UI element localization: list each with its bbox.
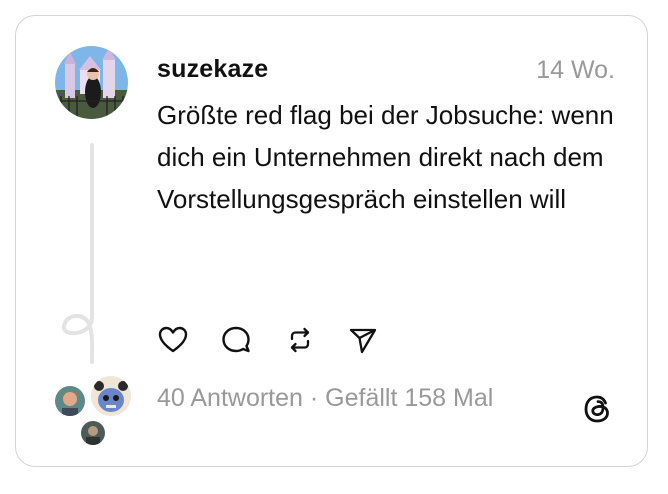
reply-avatar[interactable] <box>79 419 107 447</box>
timestamp[interactable]: 14 Wo. <box>536 56 615 85</box>
reply-avatar[interactable] <box>53 384 87 418</box>
replies-count[interactable]: 40 Antworten <box>157 384 303 412</box>
threads-logo-icon[interactable] <box>580 392 614 426</box>
comment-button[interactable] <box>220 324 252 356</box>
heart-icon <box>158 326 188 353</box>
post-stats: 40 Antworten · Gefällt 158 Mal <box>157 384 493 413</box>
post-text: Größte red flag bei der Jobsuche: wenn d… <box>157 100 614 214</box>
repost-button[interactable] <box>284 324 316 356</box>
comment-icon <box>222 326 250 353</box>
stats-separator: · <box>309 384 319 412</box>
like-button[interactable] <box>157 324 189 356</box>
repost-icon <box>290 327 310 353</box>
share-icon <box>349 328 377 354</box>
likes-count[interactable]: Gefällt 158 Mal <box>325 384 493 412</box>
username[interactable]: suzekaze <box>157 55 268 84</box>
avatar[interactable] <box>55 46 128 119</box>
reply-avatar[interactable] <box>89 374 133 418</box>
share-button[interactable] <box>347 324 379 356</box>
